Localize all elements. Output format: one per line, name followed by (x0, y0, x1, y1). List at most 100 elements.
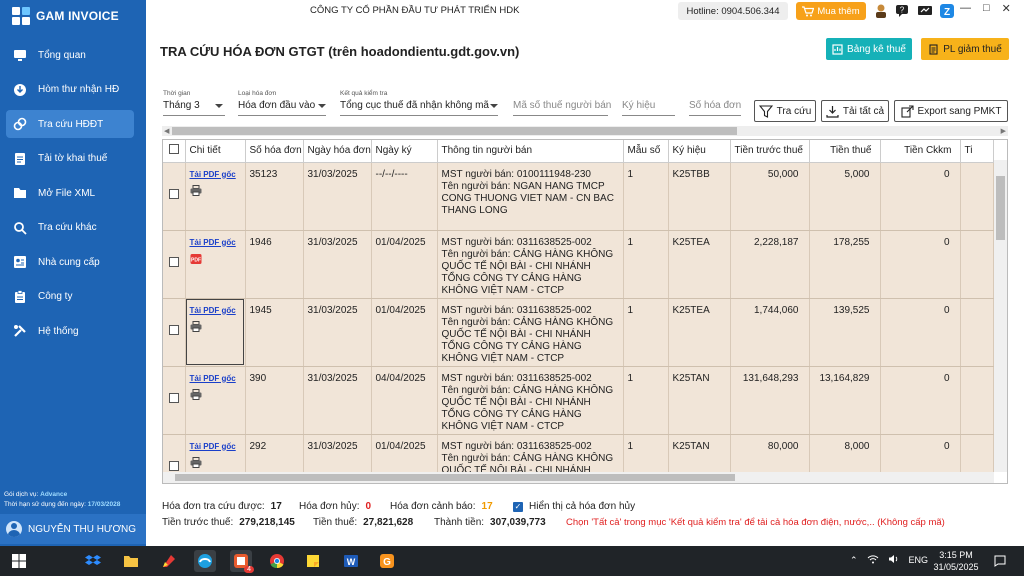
help-chat-icon[interactable]: ? (894, 2, 912, 20)
extra-cell (960, 162, 994, 231)
download-original-pdf-link[interactable]: Tải PDF gốc (190, 305, 241, 317)
col-extra[interactable]: Ti (960, 140, 994, 163)
support-person-icon[interactable] (872, 2, 890, 20)
export-button[interactable]: Export sang PMKT (894, 100, 1008, 122)
download-original-pdf-link[interactable]: Tải PDF gốc (190, 373, 241, 385)
col-detail[interactable]: Chi tiết (185, 140, 246, 163)
scroll-left-icon[interactable]: ◀ (164, 127, 169, 135)
discount-cell: 0 (880, 366, 961, 435)
pre-tax-total: Tiền trước thuế: 279,218,145 (162, 517, 295, 528)
col-symbol[interactable]: Ký hiệu (668, 140, 731, 163)
sidebar-item-label: Hòm thư nhận HĐ (38, 84, 120, 95)
col-pre-tax[interactable]: Tiền trước thuế (730, 140, 810, 163)
windows-start-icon[interactable] (8, 550, 30, 572)
pre-tax-cell: 50,000 (730, 162, 810, 231)
sidebar-item-label: Tổng quan (38, 49, 86, 61)
col-invoice-date[interactable]: Ngày hóa đơn (303, 140, 372, 163)
sidebar-item-label: Mở File XML (38, 187, 96, 199)
sidebar-item-7[interactable]: Nhà cung cấp (6, 248, 134, 276)
row-checkbox[interactable] (163, 162, 186, 231)
sidebar-item-5[interactable]: Mở File XML (6, 179, 134, 207)
language-indicator[interactable]: ENG (909, 555, 929, 565)
horizontal-scrollbar-bottom[interactable] (163, 472, 994, 483)
gam-invoice-taskbar-icon[interactable]: 4 (230, 550, 254, 573)
notification-icon[interactable] (994, 555, 1006, 570)
minimize-icon[interactable]: — (960, 2, 971, 15)
chevron-down-icon (490, 104, 498, 108)
sidebar-item-1[interactable]: Tổng quan (6, 41, 134, 69)
table-row[interactable]: Tải PDF gốc 35123 31/03/2025 --/--/---- MST … (163, 162, 994, 231)
scroll-thumb[interactable] (172, 127, 737, 135)
col-tax[interactable]: Tiền thuế (809, 140, 881, 163)
tax-reduction-appendix-button[interactable]: PL giảm thuế (921, 38, 1009, 60)
pdf-file-icon[interactable]: PDF (190, 253, 202, 268)
row-checkbox[interactable] (163, 230, 186, 299)
wifi-icon[interactable] (867, 554, 879, 566)
clock-time: 3:15 PM (939, 550, 973, 560)
buy-more-button[interactable]: Mua thêm (796, 2, 866, 20)
search-button-label: Tra cứu (776, 105, 812, 117)
printer-icon[interactable] (190, 184, 202, 199)
sidebar-item-3[interactable]: Tra cứu HĐĐT (6, 110, 134, 138)
table-row[interactable]: Tải PDF gốc 1945 31/03/2025 01/04/2025 MST n… (163, 298, 994, 367)
document-icon (12, 151, 28, 167)
sidebar-item-2[interactable]: Hòm thư nhận HĐ (6, 76, 134, 104)
volume-icon[interactable] (888, 554, 900, 566)
word-icon[interactable]: W (340, 550, 362, 572)
extra-cell (960, 366, 994, 435)
sidebar-item-4[interactable]: Tải tờ khai thuế (6, 145, 134, 173)
col-sign-date[interactable]: Ngày ký (371, 140, 438, 163)
maximize-icon[interactable]: □ (983, 2, 990, 15)
sidebar-item-9[interactable]: Hệ thống (6, 317, 134, 345)
detail-cell: Tải PDF gốc (185, 366, 246, 435)
col-seller-info[interactable]: Thông tin người bán (437, 140, 624, 163)
show-cancelled-checkbox[interactable]: ✓ Hiển thị cả hóa đơn hủy (513, 501, 635, 512)
user-name: NGUYỄN THU HƯƠNG (28, 523, 137, 535)
table-row[interactable]: Tải PDF gốc PDF 1946 31/03/2025 01/04/2025 MS… (163, 230, 994, 299)
clock[interactable]: 3:15 PM 31/05/2025 (928, 549, 984, 573)
col-form-number[interactable]: Mẫu số (623, 140, 669, 163)
scroll-right-icon[interactable]: ▶ (1001, 127, 1006, 135)
table-row[interactable]: Tải PDF gốc 390 31/03/2025 04/04/2025 MST ng… (163, 366, 994, 435)
download-all-button[interactable]: Tải tất cả (821, 100, 889, 122)
row-checkbox[interactable] (163, 366, 186, 435)
download-original-pdf-link[interactable]: Tải PDF gốc (190, 441, 241, 453)
printer-icon[interactable] (190, 320, 202, 335)
col-invoice-number[interactable]: Số hóa đơn (245, 140, 304, 163)
horizontal-scrollbar-top[interactable]: ◀ ▶ (162, 126, 1008, 136)
remote-support-icon[interactable] (916, 2, 934, 20)
browser-edge-icon[interactable] (194, 550, 216, 572)
search-button[interactable]: Tra cứu (754, 100, 816, 122)
vertical-scrollbar[interactable] (994, 160, 1007, 472)
report-icon (832, 43, 843, 55)
col-discount[interactable]: Tiền Ckkm (880, 140, 961, 163)
printer-icon[interactable] (190, 388, 202, 403)
sidebar-item-8[interactable]: Công ty (6, 283, 134, 311)
sidebar-item-6[interactable]: Tra cứu khác (6, 214, 134, 242)
invoice-date-cell: 31/03/2025 (303, 366, 372, 435)
chevron-up-icon[interactable]: ⌃ (850, 555, 858, 566)
file-explorer-icon[interactable] (120, 550, 142, 572)
app-logo: GAM INVOICE (12, 6, 119, 26)
svg-text:W: W (347, 557, 356, 567)
scroll-thumb[interactable] (996, 176, 1005, 240)
editor-app-icon[interactable] (158, 550, 180, 572)
gam-app-icon[interactable]: G (376, 550, 398, 572)
scroll-thumb[interactable] (175, 474, 735, 481)
close-icon[interactable]: ✕ (1002, 2, 1011, 15)
taskbar: 4 W G ⌃ ENG 3:15 PM 31/05/2025 (0, 546, 1024, 576)
sticky-notes-icon[interactable] (302, 550, 324, 572)
chrome-icon[interactable] (266, 550, 288, 572)
sidebar: GAM INVOICE Tổng quan Hòm thư nhận HĐ Tra … (0, 0, 146, 546)
download-original-pdf-link[interactable]: Tải PDF gốc (190, 237, 241, 249)
download-original-pdf-link[interactable]: Tải PDF gốc (190, 169, 241, 181)
user-account[interactable]: NGUYỄN THU HƯƠNG (0, 514, 146, 544)
warning-count: Hóa đơn cảnh báo: 17 (390, 501, 493, 512)
printer-icon[interactable] (190, 456, 202, 471)
select-all-checkbox[interactable] (163, 140, 186, 163)
plan-package-value: Advance (40, 491, 68, 498)
tax-report-button[interactable]: Bảng kê thuế (826, 38, 912, 60)
row-checkbox[interactable] (163, 298, 186, 367)
zalo-icon[interactable]: Z (938, 2, 956, 20)
dropbox-icon[interactable] (82, 550, 104, 572)
